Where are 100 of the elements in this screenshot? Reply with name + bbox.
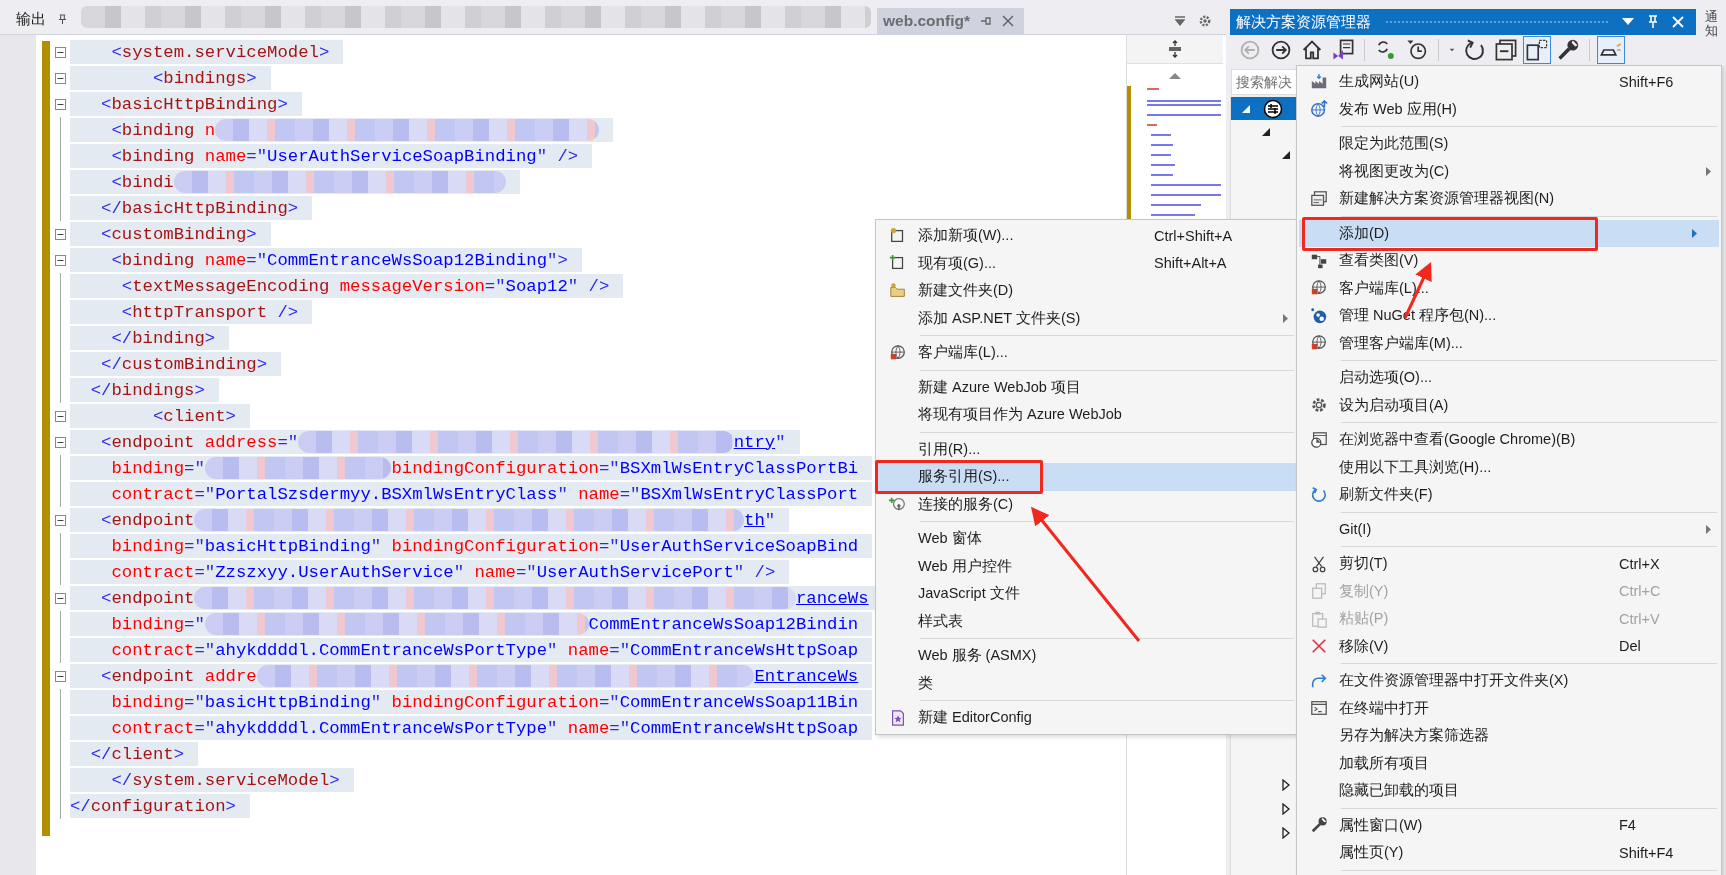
code-text: > <box>173 744 185 764</box>
code-text: contract <box>110 562 195 582</box>
code-text: =" <box>184 458 205 478</box>
code-text: < <box>110 172 122 192</box>
code-text: ahykddddl.CommEntranceWsPortType <box>215 718 548 738</box>
code-text: =" <box>277 432 299 452</box>
menu-label: 使用以下工具浏览(H)... <box>1339 457 1493 477</box>
menu-label: 属性窗口(W) <box>1339 815 1424 835</box>
code-text: binding <box>121 250 195 270</box>
menu-label: 连接的服务(C) <box>918 494 1015 514</box>
code-text: contract <box>110 640 195 660</box>
shortcut-text: Ctrl+Shift+A <box>1154 227 1234 244</box>
code-text: client <box>111 744 174 764</box>
code-text: binding <box>110 692 185 712</box>
shortcut-text: Shift+F6 <box>1619 73 1675 90</box>
code-text: < <box>110 146 122 166</box>
code-text: addre <box>203 666 257 686</box>
code-text: binding <box>110 536 185 556</box>
code-text: =" <box>515 562 537 582</box>
menu-label: 发布 Web 应用(H) <box>1339 99 1458 119</box>
code-text: < <box>120 302 133 322</box>
code-text: bindings <box>111 380 195 400</box>
code-text: system.serviceModel <box>121 42 319 62</box>
code-text: " <box>775 432 786 452</box>
code-text: > <box>225 796 236 816</box>
code-text: ahykddddl.CommEntranceWsPortType <box>215 640 548 660</box>
menu-label: 剪切(T) <box>1339 554 1389 574</box>
code-text: =" <box>484 276 506 296</box>
code-text: basicHttpBinding <box>111 94 278 114</box>
code-text: endpoint <box>111 432 195 452</box>
menu-label: Git(I) <box>1339 521 1373 538</box>
code-text: > <box>318 42 330 62</box>
code-text: " /> <box>733 562 776 582</box>
menu-label: 加载所有项目 <box>1339 753 1430 773</box>
code-text: < <box>100 666 112 686</box>
menu-label: 新建解决方案资源管理器视图(N) <box>1339 189 1556 209</box>
menu-label: 引用(R)... <box>918 439 982 459</box>
code-text: name <box>566 718 610 738</box>
code-text: BSXmlWsEntryClassPortBi <box>619 458 859 478</box>
code-text: contract <box>110 484 195 504</box>
menu-label: 在终端中打开 <box>1339 698 1430 718</box>
menu-label: 新建文件夹(D) <box>918 281 1015 301</box>
code-text: > <box>246 224 257 244</box>
menu-label: 将现有项目作为 Azure WebJob <box>918 405 1123 425</box>
code-text: < <box>100 510 112 530</box>
code-text: > <box>287 198 299 218</box>
menu-label: 客户端库(L)... <box>918 343 1009 363</box>
code-text: CommEntranceWsSoap11Bin <box>619 692 859 712</box>
code-text: > <box>225 406 236 426</box>
menu-label: Web 用户控件 <box>918 556 1013 576</box>
code-text: > <box>204 328 216 348</box>
code-text: " /> <box>567 276 610 296</box>
code-text: system.serviceModel <box>132 770 330 790</box>
code-text: BSXmlWsEntryClassPort <box>640 484 859 504</box>
code-text: =" <box>194 484 216 504</box>
code-text: =" <box>246 250 268 270</box>
code-text: client <box>163 406 226 426</box>
menu-label: 粘贴(P) <box>1339 609 1390 629</box>
code-text: < <box>120 276 133 296</box>
code-text: </ <box>110 770 133 790</box>
code-text: " <box>764 510 776 530</box>
code-text: =" <box>194 640 216 660</box>
menu-label: 启动选项(O)... <box>1339 368 1434 388</box>
menu-label: 样式表 <box>918 611 964 631</box>
code-text: Soap12 <box>505 276 568 296</box>
code-text: </ <box>70 796 91 816</box>
code-text: =" <box>194 718 216 738</box>
code-text: =" <box>619 484 641 504</box>
code-text: endpoint <box>111 510 195 530</box>
code-text: messageVersion <box>338 276 485 296</box>
menu-label: Web 服务 (ASMX) <box>918 646 1038 666</box>
code-text: name <box>566 640 610 660</box>
menu-label: 类 <box>918 673 934 693</box>
code-text: </ <box>110 328 133 348</box>
menu-label: 查看类图(V) <box>1339 251 1420 271</box>
code-text: =" <box>598 458 620 478</box>
code-text: contract <box>110 718 195 738</box>
code-text: bindi <box>121 172 174 192</box>
menu-label: 管理客户端库(M)... <box>1339 333 1464 353</box>
menu-label: 生成网站(U) <box>1339 72 1421 92</box>
code-text: =" <box>609 640 631 660</box>
code-text: " /> <box>536 146 579 166</box>
code-text: httpTransport <box>132 302 268 322</box>
code-text: </ <box>89 380 112 400</box>
shortcut-text: Shift+F4 <box>1619 844 1675 861</box>
code-text: binding <box>110 458 185 478</box>
code-text: Zzszxyy.UserAuthService <box>215 562 454 582</box>
code-text: CommEntranceWsHttpSoap <box>630 718 859 738</box>
code-text: =" <box>184 536 205 556</box>
code-text: =" <box>598 692 620 712</box>
code-text: endpoint <box>111 588 195 608</box>
menu-label: 新建 Azure WebJob 项目 <box>918 377 1082 397</box>
code-text: binding <box>121 120 195 140</box>
code-text: < <box>151 68 164 88</box>
code-text: bindingConfiguration <box>390 692 599 712</box>
panel-title: 解决方案资源管理器 <box>1236 12 1371 32</box>
code-text: < <box>100 224 112 244</box>
code-text: binding <box>121 146 195 166</box>
code-text: < <box>110 120 122 140</box>
shortcut-text: Del <box>1619 638 1642 655</box>
